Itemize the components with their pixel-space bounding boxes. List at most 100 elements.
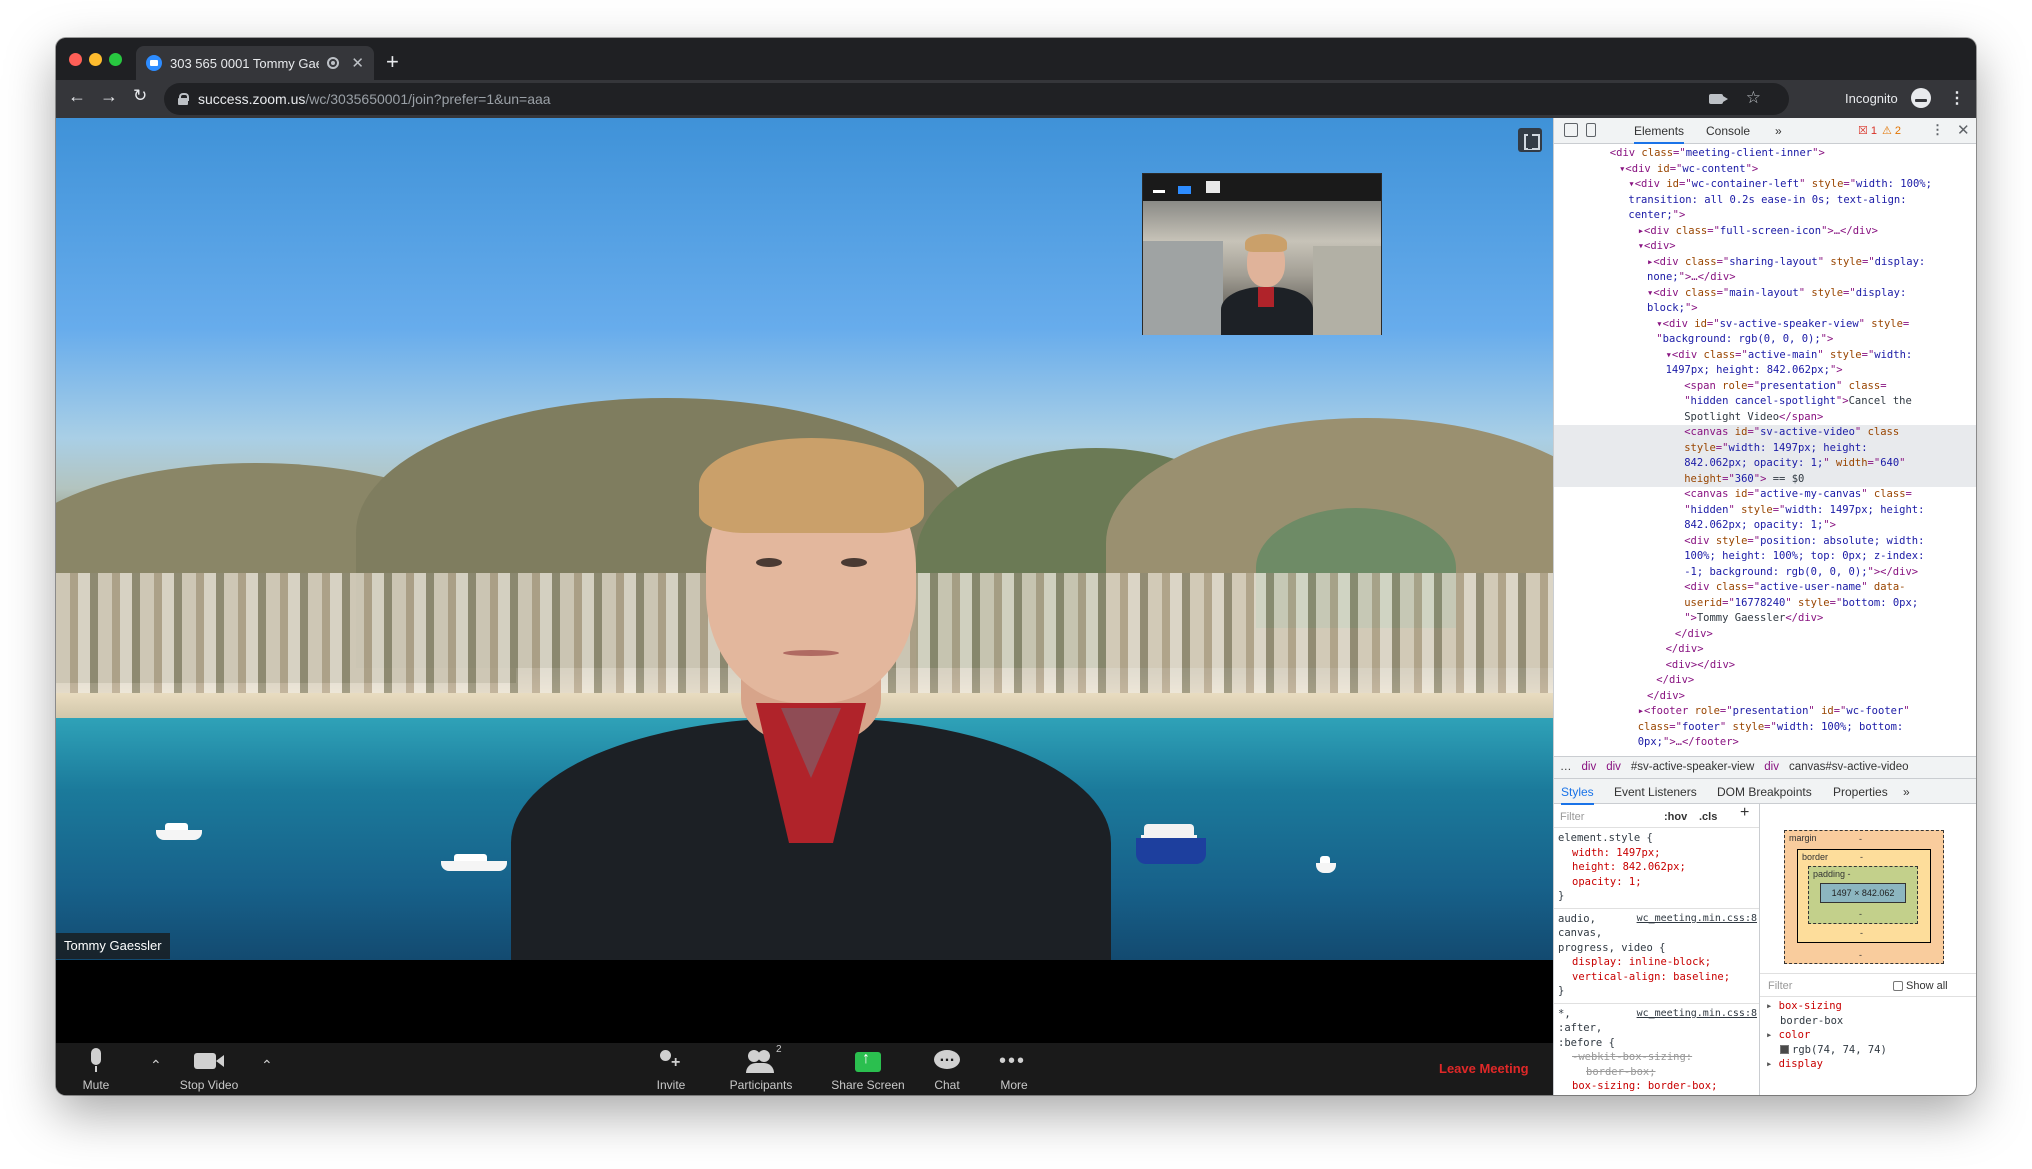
breadcrumb-item[interactable]: #sv-active-speaker-view xyxy=(1631,761,1754,773)
mute-button[interactable]: Mute xyxy=(76,1043,116,1095)
browser-menu-icon[interactable]: ⋮ xyxy=(1949,88,1965,108)
dom-node-line[interactable]: block;"> xyxy=(1554,301,1976,317)
devtools-close-icon[interactable]: ✕ xyxy=(1957,121,1970,139)
dom-node-line[interactable]: </div> xyxy=(1554,627,1976,643)
dom-node-line[interactable]: style="width: 1497px; height: xyxy=(1554,440,1976,456)
dom-node-line[interactable]: 1497px; height: 842.062px;"> xyxy=(1554,363,1976,379)
window-maximize-button[interactable] xyxy=(109,53,122,66)
dom-node-line[interactable]: height="360"> == $0 xyxy=(1554,471,1976,487)
dom-node-line[interactable]: <div></div> xyxy=(1554,658,1976,674)
dom-node-line[interactable]: class="footer" style="width: 100%; botto… xyxy=(1554,720,1976,736)
tab-dom-breakpoints[interactable]: DOM Breakpoints xyxy=(1717,785,1812,799)
breadcrumb-item[interactable]: div xyxy=(1606,761,1621,773)
inspect-element-icon[interactable] xyxy=(1564,123,1578,137)
browser-tab[interactable]: 303 565 0001 Tommy Gae ✕ xyxy=(136,46,374,80)
breadcrumb-item[interactable]: div xyxy=(1764,761,1779,773)
overridden-property[interactable]: -webkit-box-sizing: xyxy=(1558,1050,1755,1065)
back-arrow-icon[interactable]: ← xyxy=(68,86,86,107)
reload-icon[interactable]: ↻ xyxy=(133,86,147,106)
dom-node-line[interactable]: <div style="position: absolute; width: xyxy=(1554,534,1976,550)
style-property[interactable]: width: 1497px; xyxy=(1558,846,1755,861)
address-bar[interactable]: success.zoom.us/wc/3035650001/join?prefe… xyxy=(164,83,1789,115)
dom-node-line[interactable]: <span role="presentation" class= xyxy=(1554,379,1976,395)
fullscreen-icon[interactable] xyxy=(1518,128,1542,152)
style-property[interactable]: opacity: 1; xyxy=(1558,875,1755,890)
error-count-badge[interactable]: ☒ 1 xyxy=(1858,124,1877,137)
cls-toggle[interactable]: .cls xyxy=(1699,810,1717,825)
dom-node-line[interactable]: userid="16778240" style="bottom: 0px; xyxy=(1554,596,1976,612)
chat-button[interactable]: Chat xyxy=(927,1043,967,1095)
dom-node-line[interactable]: <canvas id="active-my-canvas" class= xyxy=(1554,487,1976,503)
dom-node-line[interactable]: ▸<div class="sharing-layout" style="disp… xyxy=(1554,255,1976,271)
new-style-rule-icon[interactable]: + xyxy=(1740,805,1749,821)
dom-node-line[interactable]: ">Tommy Gaessler</div> xyxy=(1554,611,1976,627)
camera-in-use-icon[interactable] xyxy=(1709,94,1728,104)
tab-event-listeners[interactable]: Event Listeners xyxy=(1614,785,1697,799)
dom-node-line[interactable]: 842.062px; opacity: 1;" width="640" xyxy=(1554,456,1976,472)
computed-filter-input[interactable]: Filter xyxy=(1768,980,1792,992)
dom-node-line[interactable]: "hidden" style="width: 1497px; height: xyxy=(1554,503,1976,519)
incognito-icon[interactable] xyxy=(1911,88,1931,108)
style-property[interactable]: height: 842.062px; xyxy=(1558,860,1755,875)
more-button[interactable]: More xyxy=(994,1043,1034,1095)
dom-node-line[interactable]: ▾<div> xyxy=(1554,239,1976,255)
more-tabs-icon[interactable]: » xyxy=(1775,124,1782,138)
devtools-menu-icon[interactable]: ⋮ xyxy=(1931,122,1944,138)
overridden-property[interactable]: border-box; xyxy=(1558,1065,1755,1080)
tab-elements[interactable]: Elements xyxy=(1634,124,1685,144)
window-minimize-button[interactable] xyxy=(89,53,102,66)
style-property[interactable]: vertical-align: baseline; xyxy=(1558,970,1755,985)
forward-arrow-icon[interactable]: → xyxy=(100,86,118,107)
dom-node-line[interactable]: -1; background: rgb(0, 0, 0);"></div> xyxy=(1554,565,1976,581)
computed-property[interactable]: ▸ display xyxy=(1766,1057,1976,1072)
dom-node-line[interactable]: ▾<div class="main-layout" style="display… xyxy=(1554,286,1976,302)
self-view-panel[interactable] xyxy=(1142,173,1382,335)
dom-node-line[interactable]: "background: rgb(0, 0, 0);"> xyxy=(1554,332,1976,348)
computed-property[interactable]: ▸ box-sizing xyxy=(1766,999,1976,1014)
dom-node-line[interactable]: ▸<div class="full-screen-icon">…</div> xyxy=(1554,224,1976,240)
color-swatch[interactable] xyxy=(1780,1044,1789,1054)
hov-toggle[interactable]: :hov xyxy=(1664,810,1687,825)
breadcrumb-item[interactable]: canvas#sv-active-video xyxy=(1789,761,1909,773)
computed-property[interactable]: ▸ color xyxy=(1766,1028,1976,1043)
dom-node-line[interactable]: ▾<div id="wc-content"> xyxy=(1554,162,1976,178)
breadcrumb-item[interactable]: … xyxy=(1560,761,1572,773)
dom-node-line[interactable]: 842.062px; opacity: 1;"> xyxy=(1554,518,1976,534)
dom-node-line[interactable]: ▸<footer role="presentation" id="wc-foot… xyxy=(1554,704,1976,720)
dom-node-line[interactable]: center;"> xyxy=(1554,208,1976,224)
tab-styles[interactable]: Styles xyxy=(1561,785,1594,805)
device-toolbar-icon[interactable] xyxy=(1586,123,1596,137)
maximize-icon[interactable] xyxy=(1206,181,1220,193)
participants-button[interactable]: 2 Participants xyxy=(721,1043,801,1095)
tab-close-icon[interactable]: ✕ xyxy=(351,54,364,72)
style-property[interactable]: display: inline-block; xyxy=(1558,955,1755,970)
warning-count-badge[interactable]: ⚠ 2 xyxy=(1882,124,1901,137)
rule-source-link[interactable]: wc_meeting.min.css:8 xyxy=(1637,1007,1757,1022)
breadcrumb-item[interactable]: div xyxy=(1582,761,1597,773)
dom-node-line[interactable]: <canvas id="sv-active-video" class xyxy=(1554,425,1976,441)
new-tab-button[interactable]: + xyxy=(386,49,399,75)
window-close-button[interactable] xyxy=(69,53,82,66)
dom-node-line[interactable]: ▾<div id="sv-active-speaker-view" style= xyxy=(1554,317,1976,333)
rule-source-link[interactable]: wc_meeting.min.css:8 xyxy=(1637,912,1757,927)
restore-icon[interactable] xyxy=(1178,186,1191,194)
show-all-checkbox[interactable] xyxy=(1893,981,1903,991)
dom-node-line[interactable]: Spotlight Video</span> xyxy=(1554,410,1976,426)
style-property[interactable]: box-sizing: border-box; xyxy=(1558,1079,1755,1094)
video-options-caret-icon[interactable]: ⌃ xyxy=(261,1057,273,1074)
dom-node-line[interactable]: ▾<div class="active-main" style="width: xyxy=(1554,348,1976,364)
audio-options-caret-icon[interactable]: ⌃ xyxy=(150,1057,162,1074)
tab-console[interactable]: Console xyxy=(1706,124,1750,138)
dom-node-line[interactable]: </div> xyxy=(1554,673,1976,689)
dom-node-line[interactable]: </div> xyxy=(1554,642,1976,658)
minimize-icon[interactable] xyxy=(1153,190,1165,193)
tab-properties[interactable]: Properties xyxy=(1833,785,1888,799)
dom-tree[interactable]: <div class="meeting-client-inner"> ▾<div … xyxy=(1554,144,1976,756)
leave-meeting-button[interactable]: Leave Meeting xyxy=(1439,1061,1529,1076)
stop-video-button[interactable]: Stop Video xyxy=(174,1043,244,1095)
dom-node-line[interactable]: transition: all 0.2s ease-in 0s; text-al… xyxy=(1554,193,1976,209)
bookmark-star-icon[interactable]: ☆ xyxy=(1746,88,1761,108)
dom-node-line[interactable]: ▾<div id="wc-container-left" style="widt… xyxy=(1554,177,1976,193)
dom-node-line[interactable]: none;">…</div> xyxy=(1554,270,1976,286)
styles-filter-input[interactable]: Filter xyxy=(1560,810,1584,825)
